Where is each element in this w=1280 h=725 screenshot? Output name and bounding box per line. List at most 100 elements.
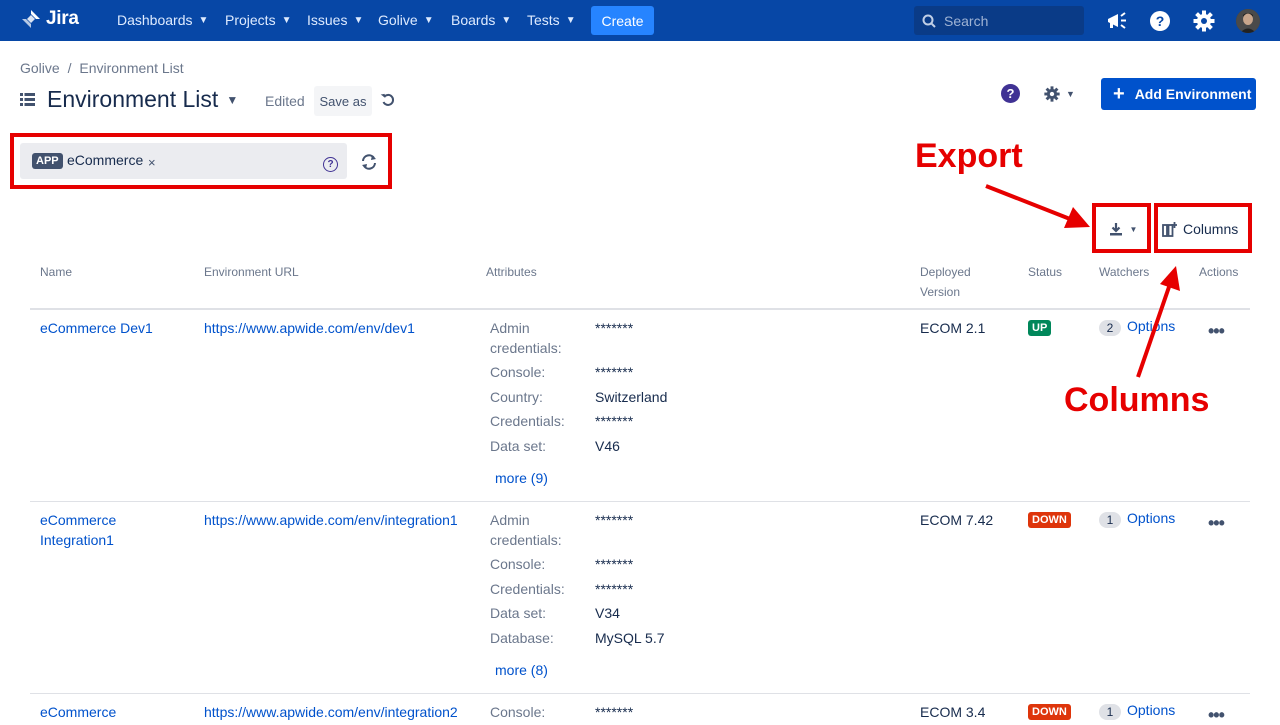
nav-tests-label: Tests: [527, 12, 560, 28]
breadcrumb: Golive / Environment List: [20, 60, 184, 76]
jira-logo-text: Jira: [46, 8, 79, 29]
plus-icon: +: [1113, 83, 1125, 105]
watchers-options-link[interactable]: Options: [1127, 702, 1175, 718]
more-actions-icon[interactable]: •••: [1208, 322, 1225, 340]
user-avatar[interactable]: [1236, 9, 1260, 33]
attribute-value: *******: [595, 320, 634, 336]
breadcrumb-environment-list[interactable]: Environment List: [79, 60, 183, 76]
search-icon: [922, 14, 936, 28]
attribute-key: Data set:: [490, 605, 547, 621]
environment-name-line2: Integration1: [40, 532, 114, 548]
export-annotation-label: Export: [915, 137, 1023, 175]
environment-name-link[interactable]: eCommerce Integration1: [40, 510, 116, 550]
list-view-icon: [20, 93, 35, 106]
column-header-url[interactable]: Environment URL: [204, 262, 299, 282]
nav-boards[interactable]: Boards ▼: [451, 12, 511, 28]
chevron-down-icon: ▼: [423, 14, 434, 26]
export-button[interactable]: ▼: [1104, 216, 1142, 242]
revert-icon[interactable]: [380, 92, 396, 108]
environment-url-link[interactable]: https://www.apwide.com/env/integration2: [204, 702, 458, 722]
attribute-value: *******: [595, 581, 634, 597]
more-attributes-link[interactable]: more (8): [495, 662, 548, 678]
deployed-version: ECOM 3.4: [920, 704, 986, 720]
nav-tests[interactable]: Tests ▼: [527, 12, 576, 28]
more-actions-icon[interactable]: •••: [1208, 706, 1225, 724]
more-actions-icon[interactable]: •••: [1208, 514, 1225, 532]
svg-text:?: ?: [1156, 13, 1165, 29]
watchers-options-link[interactable]: Options: [1127, 510, 1175, 526]
attribute-key: Country:: [490, 389, 543, 405]
column-header-deployed-line1: Deployed: [920, 265, 971, 279]
column-header-status[interactable]: Status: [1028, 262, 1062, 282]
column-header-deployed-version[interactable]: Deployed Version: [920, 262, 971, 302]
edited-label: Edited: [265, 93, 305, 109]
deployed-version: ECOM 7.42: [920, 512, 994, 528]
column-header-deployed-line2: Version: [920, 285, 961, 299]
notifications-megaphone-icon[interactable]: [1104, 9, 1128, 33]
download-icon: [1109, 223, 1122, 236]
columns-annotation-label: Columns: [1064, 381, 1210, 419]
top-navigation-bar: Jira Dashboards ▼ Projects ▼ Issues ▼ Goliv…: [0, 0, 1280, 41]
environment-name-link[interactable]: eCommerce: [40, 702, 116, 722]
attribute-key: Console:: [490, 364, 546, 380]
environment-url-link[interactable]: https://www.apwide.com/env/dev1: [204, 318, 415, 338]
row-divider: [30, 501, 1250, 502]
nav-projects[interactable]: Projects ▼: [225, 12, 291, 28]
attribute-value: *******: [595, 364, 634, 380]
add-environment-button[interactable]: + Add Environment: [1101, 78, 1256, 110]
help-icon[interactable]: ?: [1148, 9, 1172, 33]
chevron-down-icon: ▼: [281, 14, 292, 26]
attribute-key: Credentials:: [490, 413, 565, 429]
jira-logo[interactable]: Jira: [20, 8, 79, 30]
attribute-key: Credentials:: [490, 581, 565, 597]
chevron-down-icon[interactable]: ▼: [226, 93, 238, 107]
column-header-watchers[interactable]: Watchers: [1099, 262, 1149, 282]
more-attributes-link[interactable]: more (9): [495, 470, 548, 486]
column-header-attributes[interactable]: Attributes: [486, 262, 537, 282]
environment-name-line1: eCommerce: [40, 512, 117, 528]
chevron-down-icon: ▼: [1066, 89, 1075, 99]
environment-url-link[interactable]: https://www.apwide.com/env/integration1: [204, 510, 458, 530]
column-header-name[interactable]: Name: [40, 262, 72, 282]
save-as-button[interactable]: Save as: [314, 86, 372, 116]
chevron-down-icon: ▼: [198, 14, 209, 26]
nav-dashboards-label: Dashboards: [117, 12, 193, 28]
nav-boards-label: Boards: [451, 12, 496, 28]
columns-button[interactable]: Columns: [1162, 216, 1244, 242]
settings-gear-icon[interactable]: [1192, 9, 1216, 33]
attribute-value: V46: [595, 438, 620, 454]
row-divider: [30, 693, 1250, 694]
attribute-key: Admin credentials:: [490, 512, 562, 548]
environment-name-link[interactable]: eCommerce Dev1: [40, 318, 153, 338]
page-title: Environment List: [47, 86, 219, 112]
nav-issues[interactable]: Issues ▼: [307, 12, 363, 28]
watchers-count: 1: [1099, 512, 1121, 528]
nav-issues-label: Issues: [307, 12, 348, 28]
nav-projects-label: Projects: [225, 12, 276, 28]
columns-button-label: Columns: [1183, 221, 1239, 237]
status-badge: UP: [1028, 320, 1052, 336]
settings-dropdown-button[interactable]: ▼: [1044, 84, 1082, 104]
columns-add-icon: [1162, 221, 1177, 237]
nav-golive[interactable]: Golive ▼: [378, 12, 434, 28]
filter-highlight-box: [10, 133, 392, 189]
search-input[interactable]: [944, 12, 1074, 29]
search-box: [914, 6, 1084, 35]
attribute-value: *******: [595, 704, 634, 720]
watchers-options-link[interactable]: Options: [1127, 318, 1175, 334]
attribute-value: Switzerland: [595, 389, 668, 405]
help-button[interactable]: ?: [1001, 84, 1020, 103]
watchers-count: 2: [1099, 320, 1121, 336]
attribute-value: *******: [595, 556, 634, 572]
nav-dashboards[interactable]: Dashboards ▼: [117, 12, 208, 28]
breadcrumb-golive[interactable]: Golive: [20, 60, 60, 76]
watchers-count: 1: [1099, 704, 1121, 720]
create-button[interactable]: Create: [591, 6, 654, 35]
nav-golive-label: Golive: [378, 12, 418, 28]
jira-logo-icon: [22, 10, 40, 28]
export-arrow: [985, 184, 1090, 228]
attribute-key: Admin credentials:: [490, 320, 562, 356]
chevron-down-icon: ▼: [501, 14, 512, 26]
status-badge: DOWN: [1028, 512, 1071, 528]
chevron-down-icon: ▼: [1129, 224, 1138, 234]
